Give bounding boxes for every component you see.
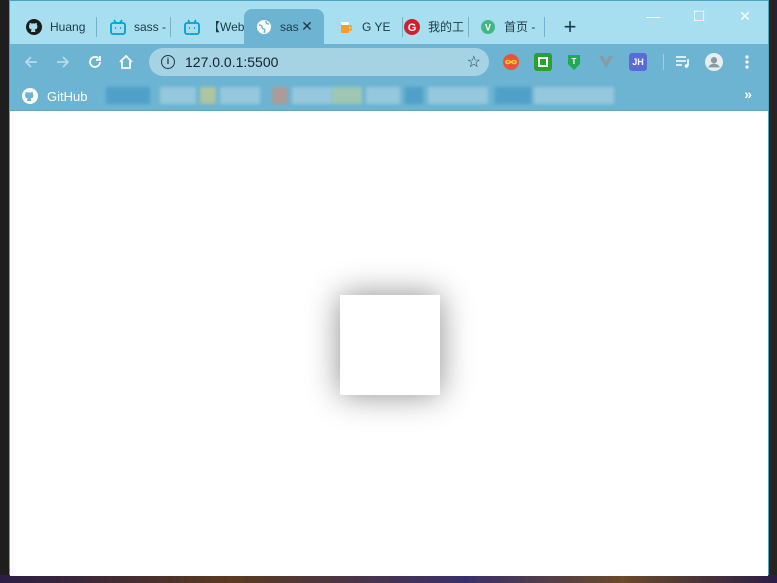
toolbar-separator — [663, 54, 664, 70]
blurred-bookmark[interactable] — [428, 87, 488, 104]
blurred-bookmark[interactable] — [220, 87, 260, 104]
profile-avatar-icon[interactable] — [705, 53, 723, 71]
blurred-bookmark[interactable] — [160, 87, 196, 104]
tab-title: sas — [280, 19, 299, 34]
close-tab-icon[interactable]: ✕ — [300, 19, 314, 33]
tab-title: sass - — [134, 19, 167, 34]
green-square-icon[interactable] — [534, 53, 552, 71]
blurred-bookmark[interactable] — [405, 87, 423, 104]
github-icon — [26, 18, 42, 35]
tab-separator — [544, 17, 545, 37]
tab-title: 我的工 — [428, 20, 465, 34]
vue-devtools-icon[interactable] — [597, 53, 615, 71]
maximize-button[interactable]: ☐ — [676, 1, 722, 31]
blurred-bookmark[interactable] — [332, 87, 362, 104]
tab-title: G YE — [362, 19, 391, 34]
browser-toolbar: i 127.0.0.1:5500 ☆ T JH — [10, 44, 768, 80]
bookmarks-bar: GitHub » — [10, 80, 768, 111]
blurred-bookmark[interactable] — [292, 87, 332, 104]
arrow-left-icon — [24, 56, 37, 68]
tab-title: 【Web — [208, 20, 244, 34]
svg-text:T: T — [572, 57, 577, 66]
desktop-editor-edge-left — [0, 0, 9, 583]
tab-1[interactable]: sass - — [98, 9, 170, 44]
minimize-button[interactable]: — — [630, 1, 676, 31]
tab-2[interactable]: 【Web — [172, 9, 244, 44]
infinity-icon[interactable] — [502, 53, 520, 71]
url-text[interactable]: 127.0.0.1:5500 — [185, 54, 278, 70]
tampermonkey-icon[interactable]: T — [565, 53, 583, 71]
bookmarks-overflow-button[interactable]: » — [744, 86, 752, 102]
vue-icon: V — [480, 19, 496, 35]
forward-button[interactable] — [51, 50, 75, 74]
shadow-box — [340, 295, 440, 395]
tab-6[interactable]: V 首页 - — [468, 9, 544, 44]
svg-text:V: V — [485, 22, 491, 32]
info-icon[interactable]: i — [161, 55, 175, 69]
blurred-bookmark[interactable] — [495, 87, 531, 104]
close-window-button[interactable]: ✕ — [722, 1, 768, 31]
bookmark-label: GitHub — [47, 88, 88, 104]
blurred-bookmark[interactable] — [272, 87, 288, 104]
page-viewport — [10, 112, 768, 576]
browser-window: Huang sass - 【Web sas ✕ G YE G 我的工 V 首页 … — [9, 0, 769, 576]
tab-strip: Huang sass - 【Web sas ✕ G YE G 我的工 V 首页 … — [10, 1, 768, 44]
arrow-right-icon — [57, 56, 70, 68]
bookmark-star-icon[interactable]: ☆ — [467, 52, 481, 72]
reload-button[interactable] — [83, 50, 107, 74]
tab-4[interactable]: G YE — [326, 9, 402, 44]
blurred-bookmark[interactable] — [106, 87, 150, 104]
tab-title: Huang — [50, 19, 86, 34]
tab-0[interactable]: Huang — [14, 9, 96, 44]
tab-title: 首页 - — [504, 20, 536, 34]
jh-label: JH — [632, 57, 644, 67]
desktop-editor-edge-right — [769, 0, 777, 583]
home-button[interactable] — [114, 50, 138, 74]
bilibili-icon — [110, 19, 126, 35]
menu-dots-icon[interactable] — [738, 53, 756, 71]
bilibili-icon — [184, 19, 200, 35]
media-queue-icon[interactable] — [674, 53, 692, 71]
tab-5[interactable]: G 我的工 — [392, 9, 468, 44]
address-bar[interactable]: i 127.0.0.1:5500 ☆ — [149, 48, 489, 76]
blurred-bookmark[interactable] — [366, 87, 400, 104]
window-controls: — ☐ ✕ — [630, 1, 768, 31]
jh-icon[interactable]: JH — [629, 53, 647, 71]
tab-separator — [96, 17, 97, 37]
tab-3-active[interactable]: sas ✕ — [244, 9, 324, 44]
globe-icon — [256, 19, 272, 35]
reload-icon — [89, 56, 101, 68]
blurred-bookmark[interactable] — [200, 87, 216, 104]
desktop-wallpaper-strip — [0, 575, 777, 583]
home-icon — [119, 54, 133, 69]
blurred-bookmark[interactable] — [534, 87, 614, 104]
svg-text:G: G — [408, 22, 417, 34]
new-tab-button[interactable]: + — [558, 16, 582, 40]
bookmark-github[interactable]: GitHub — [22, 86, 87, 106]
back-button[interactable] — [19, 50, 43, 74]
beer-icon — [338, 19, 354, 35]
github-icon — [22, 88, 38, 104]
g-icon: G — [404, 18, 420, 35]
tab-separator — [170, 17, 171, 37]
